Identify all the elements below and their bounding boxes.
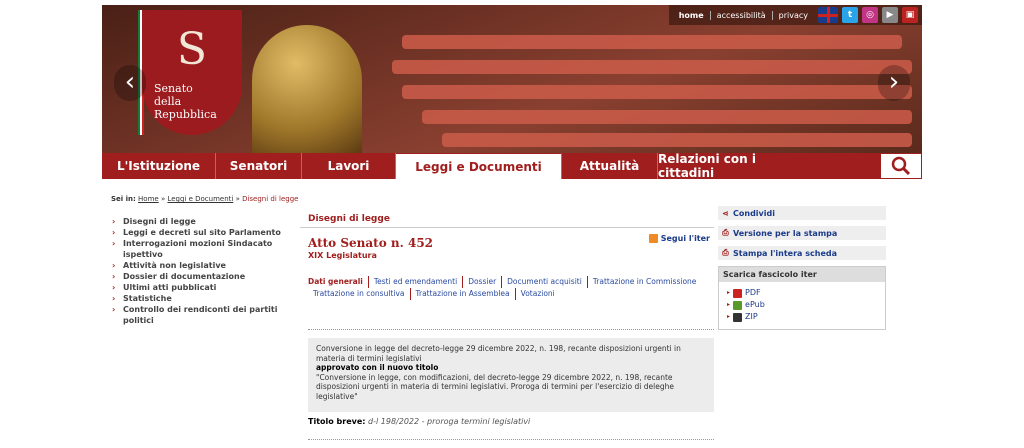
link-accessibilita[interactable]: accessibilità (711, 10, 773, 20)
carousel-prev-icon[interactable]: ‹ (114, 65, 146, 101)
rss-icon (648, 234, 658, 243)
download-zip[interactable]: ZIP (727, 311, 877, 323)
left-menu-item[interactable]: Attività non legislative (110, 260, 290, 271)
left-menu-item[interactable]: Leggi e decreti sul sito Parlamento (110, 227, 290, 238)
stampa-button[interactable]: ⎙ Versione per la stampa (718, 226, 886, 240)
download-zip-label: ZIP (745, 312, 758, 321)
nav-leggi-documenti[interactable]: Leggi e Documenti (396, 153, 562, 179)
page: S Senato della Repubblica ‹ › home acces… (102, 0, 922, 448)
right-sidebar: ⋖ Condividi ⎙ Versione per la stampa ⎙ S… (718, 206, 886, 330)
breadcrumb-leggi[interactable]: Leggi e Documenti (167, 195, 233, 203)
left-menu: Disegni di legge Leggi e decreti sul sit… (110, 216, 290, 326)
nav-attualita[interactable]: Attualità (562, 153, 658, 179)
zip-icon (733, 312, 743, 322)
nav-relazioni[interactable]: Relazioni con i cittadini (658, 152, 806, 180)
divider (308, 439, 714, 440)
twitter-icon[interactable]: t (842, 7, 858, 23)
download-pdf-label: PDF (745, 288, 761, 297)
approved-label: approvato con il nuovo titolo (316, 363, 439, 372)
description-original: Conversione in legge del decreto-legge 2… (316, 344, 681, 363)
header-banner: S Senato della Repubblica ‹ › (102, 5, 922, 153)
breadcrumb-home[interactable]: Home (138, 195, 159, 203)
left-menu-item[interactable]: Disegni di legge (110, 216, 290, 227)
nav-lavori[interactable]: Lavori (302, 153, 396, 179)
top-links: home accessibilità privacy t ◎ ▶ ▣ (668, 5, 922, 25)
download-pdf[interactable]: PDF (727, 287, 877, 299)
carousel-next-icon[interactable]: › (878, 65, 910, 101)
stampa-intera-label: Stampa l'intera scheda (733, 248, 837, 258)
main-content: Disegni di legge Atto Senato n. 452 XIX … (300, 208, 714, 440)
condividi-label: Condividi (733, 208, 775, 218)
link-home[interactable]: home (673, 10, 711, 20)
webtv-icon[interactable]: ▣ (902, 7, 918, 23)
print-icon: ⎙ (722, 228, 729, 237)
segui-iter-label: Segui l'iter (660, 234, 710, 243)
senato-logo[interactable]: S Senato della Repubblica (142, 10, 242, 135)
download-epub[interactable]: ePub (727, 299, 877, 311)
left-menu-item[interactable]: Ultimi atti pubblicati (110, 282, 290, 293)
left-menu-item[interactable]: Dossier di documentazione (110, 271, 290, 282)
uk-flag-icon[interactable] (818, 7, 838, 23)
tab-dati-generali[interactable]: Dati generali (308, 276, 369, 288)
left-menu-item[interactable]: Statistiche (110, 293, 290, 304)
tab-trattazione-commissione[interactable]: Trattazione in Commissione (588, 276, 702, 288)
share-icon: ⋖ (722, 208, 729, 218)
logo-name-line2: della Repubblica (154, 95, 217, 121)
download-epub-label: ePub (745, 300, 765, 309)
titolo-breve-value: d-l 198/2022 - proroga termini legislati… (368, 417, 531, 426)
nav-istituzione[interactable]: L'Istituzione (102, 153, 216, 179)
tab-trattazione-consultiva[interactable]: Trattazione in consultiva (308, 288, 411, 300)
segui-iter-link[interactable]: Segui l'iter (648, 234, 710, 243)
title-box: Conversione in legge del decreto-legge 2… (308, 338, 714, 412)
description-new: "Conversione in legge, con modificazioni… (316, 372, 674, 401)
youtube-icon[interactable]: ▶ (882, 7, 898, 23)
epub-icon (733, 300, 743, 310)
titolo-breve-label: Titolo breve: (308, 417, 366, 426)
left-menu-item[interactable]: Interrogazioni mozioni Sindacato ispetti… (110, 238, 290, 260)
breadcrumb-current: Disegni di legge (242, 195, 299, 203)
breadcrumb-label: Sei in: (111, 195, 136, 203)
fascicolo-title: Scarica fascicolo iter (719, 267, 885, 282)
legislatura: XIX Legislatura (308, 251, 377, 260)
section-title: Disegni di legge (300, 208, 714, 228)
logo-emblem: S (176, 24, 208, 75)
stampa-intera-button[interactable]: ⎙ Stampa l'intera scheda (718, 246, 886, 260)
fascicolo-box: Scarica fascicolo iter PDF ePub ZIP (718, 266, 886, 330)
link-privacy[interactable]: privacy (773, 11, 814, 20)
titolo-breve: Titolo breve: d-l 198/2022 - proroga ter… (308, 417, 530, 426)
instagram-icon[interactable]: ◎ (862, 7, 878, 23)
breadcrumb: Sei in: Home » Leggi e Documenti » Diseg… (111, 195, 299, 203)
iter-tabs: Dati generali Testi ed emendamenti Dossier… (308, 276, 714, 300)
search-icon (891, 156, 911, 176)
logo-name-line1: Senato (154, 82, 193, 95)
divider (308, 329, 714, 330)
tab-documenti-acquisiti[interactable]: Documenti acquisiti (502, 276, 588, 288)
nav-senatori[interactable]: Senatori (216, 153, 302, 179)
tab-votazioni[interactable]: Votazioni (516, 288, 560, 300)
page-title: Atto Senato n. 452 (308, 236, 434, 250)
condividi-button[interactable]: ⋖ Condividi (718, 206, 886, 220)
left-menu-item[interactable]: Controllo dei rendiconti dei partiti pol… (110, 304, 290, 326)
print-icon: ⎙ (722, 248, 729, 257)
pdf-icon (733, 288, 743, 298)
stampa-label: Versione per la stampa (733, 228, 838, 238)
main-nav: L'Istituzione Senatori Lavori Leggi e Do… (102, 152, 922, 180)
tab-trattazione-assemblea[interactable]: Trattazione in Assemblea (411, 288, 516, 300)
search-button[interactable] (880, 153, 922, 179)
tab-testi-emendamenti[interactable]: Testi ed emendamenti (369, 276, 464, 288)
tab-dossier[interactable]: Dossier (463, 276, 503, 288)
